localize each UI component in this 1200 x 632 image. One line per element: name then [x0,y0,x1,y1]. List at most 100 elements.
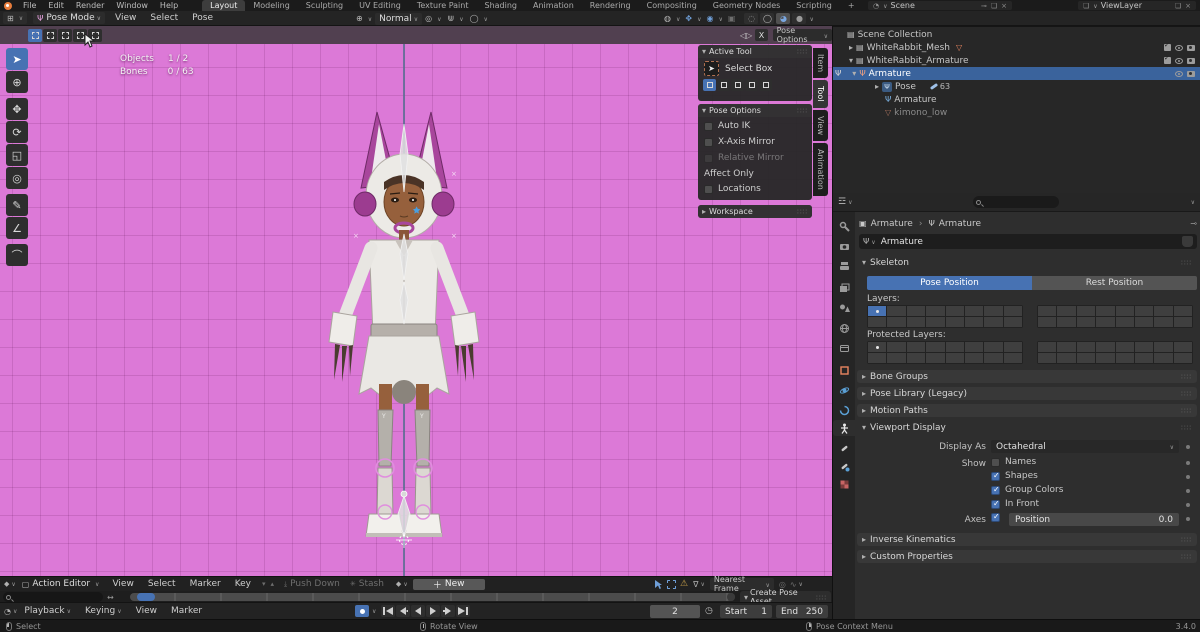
select-mode-new-icon[interactable] [28,29,42,42]
pin-icon[interactable]: ⊸ [1190,219,1197,228]
hide-eye-icon[interactable] [1175,45,1183,51]
scrollbar-end-dot[interactable] [727,593,735,601]
tab-bone[interactable] [833,440,855,456]
tab-bone-constraint[interactable] [833,458,855,474]
bone-groups-section[interactable]: Bone Groups [857,370,1197,383]
tab-collection[interactable] [833,340,855,356]
add-workspace-button[interactable]: + [840,0,863,11]
transform-orientation-icon[interactable]: ⊕ [356,14,363,23]
editor-type-selector[interactable]: ⊞ [3,12,27,24]
close-icon[interactable]: × [1001,2,1007,10]
animate-dot[interactable] [1186,503,1190,507]
layers-grid-left[interactable] [867,305,1023,328]
start-frame-field[interactable]: Start1 [720,605,772,618]
channel-search-input[interactable] [3,592,103,602]
prev-keyframe-button[interactable] [396,605,410,617]
disable-render-icon[interactable] [1187,58,1195,64]
tab-texture[interactable] [833,476,855,492]
animate-dot[interactable] [1186,517,1190,521]
menu-file[interactable]: File [17,0,42,11]
workspace-tab-animation[interactable]: Animation [525,0,582,11]
pin-icon[interactable]: ⊸ [981,2,987,10]
select-mode-intersect-icon[interactable] [759,79,772,91]
workspace-tab-uv-editing[interactable]: UV Editing [351,0,409,11]
mode-selector[interactable]: ΨPose Mode [33,12,105,24]
properties-search-input[interactable] [973,196,1059,208]
tool-transform[interactable]: ◎ [6,167,28,189]
gizmos-icon[interactable]: ✥ [685,14,692,23]
orientation-dropdown[interactable]: Normal [375,13,422,25]
npanel-tab-view[interactable]: View [813,110,828,141]
tool-rotate[interactable]: ⟳ [6,121,28,143]
menu-view[interactable]: View [129,606,164,616]
expand-icon[interactable] [849,43,853,53]
tab-physics[interactable] [833,382,855,398]
hide-eye-icon[interactable] [1175,71,1183,77]
copy-icon[interactable]: ❏ [1175,2,1181,10]
only-selected-icon[interactable] [653,579,664,590]
group-colors-checkbox[interactable]: Group Colors [991,485,1063,495]
tool-select-box[interactable]: ➤ [6,48,28,70]
tab-object-data-armature[interactable] [833,420,855,436]
tool-cursor[interactable]: ⊕ [6,71,28,93]
move-down-icon[interactable]: ▾ [262,580,266,588]
motion-paths-section[interactable]: Motion Paths [857,404,1197,417]
x-axis-mirror-checkbox[interactable]: X-Axis Mirror [698,131,812,147]
outliner-row-pose[interactable]: Ψ Pose 63 [833,80,1200,93]
push-down-button[interactable]: ⤓Push Down [284,579,340,589]
drag-handle-icon[interactable] [797,47,808,56]
jump-to-end-button[interactable] [456,605,470,617]
workspace-tab-geometry-nodes[interactable]: Geometry Nodes [705,0,788,11]
datablock-name-field[interactable]: Ψ Armature [859,234,1197,249]
inverse-kinematics-section[interactable]: Inverse Kinematics [857,533,1197,546]
select-box-tool-icon[interactable]: ➤ [704,61,719,76]
layers-grid-right[interactable] [1037,305,1193,328]
menu-render[interactable]: Render [70,0,110,11]
select-mode-invert-icon[interactable] [745,79,758,91]
select-mode-subtract-icon[interactable] [58,29,72,42]
mirror-x-toggle[interactable]: X [755,29,767,41]
menu-marker[interactable]: Marker [183,579,228,589]
shading-solid-button[interactable]: ◯ [760,13,774,24]
outliner-row-whiterabbit-armature[interactable]: ▤WhiteRabbit_Armature [833,54,1200,67]
custom-properties-section[interactable]: Custom Properties [857,550,1197,563]
tool-pose-breakdowner[interactable]: ⌒ [6,244,28,266]
disable-render-icon[interactable] [1187,45,1195,51]
axes-checkbox[interactable] [991,513,1000,522]
collapse-icon[interactable] [702,47,706,56]
character-model[interactable]: ××× YY [299,84,509,554]
outliner-row-kimono-low[interactable]: ▽kimono_low [833,106,1200,119]
overlays-icon[interactable]: ◉ [707,14,714,23]
playback-menu[interactable]: Playback [17,606,78,616]
playhead-handle[interactable] [137,593,155,601]
outliner-row-armature-object[interactable]: Ψ ΨArmature [833,67,1200,80]
tab-view-layer[interactable] [833,280,855,296]
properties-editor-icon[interactable]: ☲ [838,197,846,207]
next-keyframe-button[interactable] [441,605,455,617]
display-as-dropdown[interactable]: Octahedral [991,440,1179,453]
blender-logo-icon[interactable] [4,2,12,10]
menu-view[interactable]: View [105,579,140,589]
select-mode-new-icon[interactable] [703,79,716,91]
tab-constraints[interactable] [833,402,855,418]
copy-icon[interactable]: ❏ [991,2,997,10]
shading-rendered-button[interactable]: ● [792,13,806,24]
tab-scene[interactable] [833,300,855,316]
outliner-row-whiterabbit-mesh[interactable]: ▤WhiteRabbit_Mesh ▽ [833,41,1200,54]
axes-position-slider[interactable]: Position0.0 [1009,513,1179,526]
fake-user-shield-icon[interactable] [1182,236,1193,247]
npanel-tab-tool[interactable]: Tool [813,80,828,108]
pose-library-section[interactable]: Pose Library (Legacy) [857,387,1197,400]
timeline-editor-icon[interactable]: ◔ [4,607,11,616]
animate-dot[interactable] [1186,445,1190,449]
select-mode-extend-icon[interactable] [43,29,57,42]
workspace-tab-modeling[interactable]: Modeling [245,0,297,11]
pose-options-popover[interactable]: Pose Options [773,29,832,41]
outliner-row-scene-collection[interactable]: ▤Scene Collection [833,28,1200,41]
breadcrumb-object[interactable]: Armature [871,219,913,229]
skeleton-section-header[interactable]: Skeleton [857,256,1197,269]
protected-layers-grid-left[interactable] [867,341,1023,364]
names-checkbox[interactable]: Names [991,457,1036,467]
outliner-row-armature-data[interactable]: ΨArmature [833,93,1200,106]
workspace-tab-rendering[interactable]: Rendering [582,0,639,11]
